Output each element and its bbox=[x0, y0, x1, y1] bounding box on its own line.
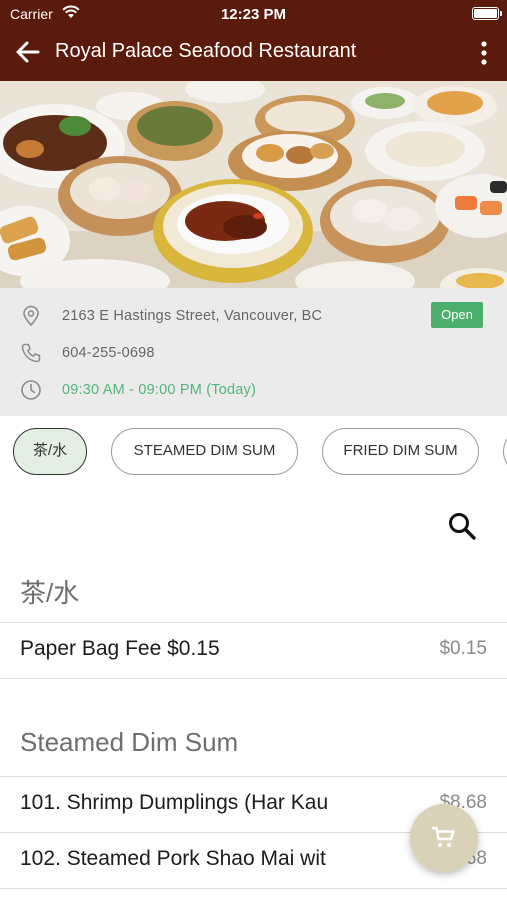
open-status-badge: Open bbox=[431, 302, 483, 328]
location-pin-icon bbox=[23, 305, 39, 327]
phone-text[interactable]: 604-255-0698 bbox=[62, 345, 155, 361]
hours-row: 09:30 AM - 09:00 PM (Today) bbox=[0, 375, 507, 405]
app-header: Carrier 12:23 PM Royal Palace Seafood Re… bbox=[0, 0, 507, 81]
menu-item-price: $0.15 bbox=[439, 638, 487, 659]
menu-item-name: 102. Steamed Pork Shao Mai wit bbox=[20, 847, 326, 870]
page-title: Royal Palace Seafood Restaurant bbox=[55, 40, 357, 62]
cart-button[interactable] bbox=[410, 804, 478, 872]
category-tabs: 茶/水 STEAMED DIM SUM FRIED DIM SUM bbox=[0, 416, 507, 490]
menu-item[interactable] bbox=[0, 888, 507, 900]
battery-icon bbox=[472, 7, 502, 20]
phone-row[interactable]: 604-255-0698 bbox=[0, 338, 507, 368]
menu-item-name: Paper Bag Fee $0.15 bbox=[20, 637, 220, 660]
section-title-steamed-dim-sum: Steamed Dim Sum bbox=[20, 727, 239, 757]
shopping-cart-icon bbox=[432, 826, 455, 847]
section-title-tea-water: 茶/水 bbox=[20, 578, 80, 608]
tab-tea-water[interactable]: 茶/水 bbox=[13, 428, 87, 475]
tab-fried-dim-sum[interactable]: FRIED DIM SUM bbox=[322, 428, 479, 475]
clock-icon bbox=[21, 380, 41, 400]
more-vert-icon[interactable] bbox=[479, 40, 489, 66]
address-text: 2163 E Hastings Street, Vancouver, BC bbox=[62, 308, 323, 324]
phone-icon bbox=[21, 343, 41, 363]
menu-item[interactable]: Paper Bag Fee $0.15 $0.15 bbox=[0, 622, 507, 679]
status-bar: Carrier 12:23 PM bbox=[0, 0, 507, 28]
restaurant-hero-image bbox=[0, 81, 507, 288]
back-arrow-icon[interactable] bbox=[14, 38, 42, 66]
hours-text: 09:30 AM - 09:00 PM (Today) bbox=[62, 382, 256, 398]
menu-item-name: 101. Shrimp Dumplings (Har Kau bbox=[20, 791, 329, 814]
restaurant-info-panel: 2163 E Hastings Street, Vancouver, BC Op… bbox=[0, 288, 507, 416]
tab-steamed-dim-sum[interactable]: STEAMED DIM SUM bbox=[111, 428, 298, 475]
search-icon[interactable] bbox=[446, 510, 478, 542]
tab-next-partial[interactable] bbox=[503, 428, 507, 475]
status-time: 12:23 PM bbox=[220, 6, 287, 23]
